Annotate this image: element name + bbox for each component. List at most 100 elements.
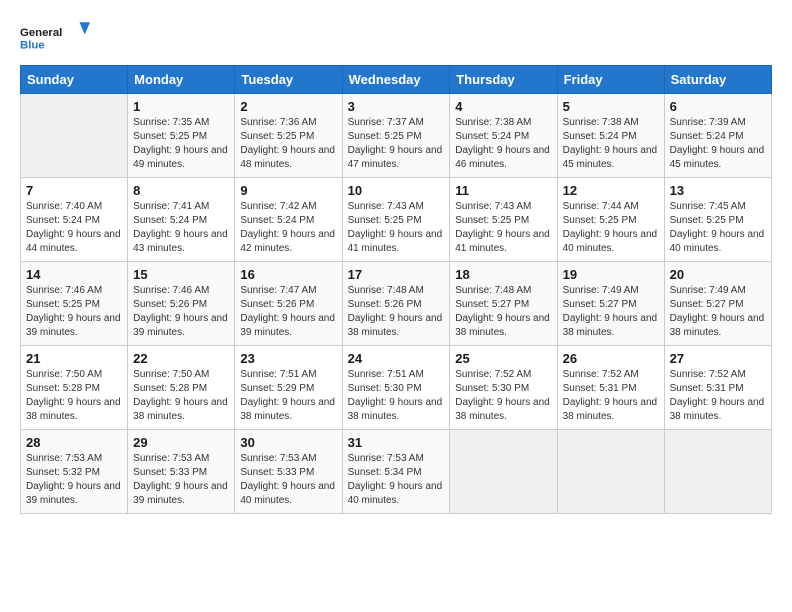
day-info: Sunrise: 7:52 AMSunset: 5:31 PMDaylight:… [563, 368, 659, 424]
calendar-table: SundayMondayTuesdayWednesdayThursdayFrid… [20, 65, 772, 514]
day-number: 27 [670, 351, 766, 366]
calendar-cell: 6 Sunrise: 7:39 AMSunset: 5:24 PMDaylight… [664, 94, 771, 178]
day-number: 15 [133, 267, 229, 282]
day-info: Sunrise: 7:39 AMSunset: 5:24 PMDaylight:… [670, 116, 766, 172]
day-info: Sunrise: 7:48 AMSunset: 5:26 PMDaylight:… [348, 284, 445, 340]
calendar-cell: 14 Sunrise: 7:46 AMSunset: 5:25 PMDayligh… [21, 262, 128, 346]
day-info: Sunrise: 7:41 AMSunset: 5:24 PMDaylight:… [133, 200, 229, 256]
day-number: 29 [133, 435, 229, 450]
day-number: 21 [26, 351, 122, 366]
svg-text:Blue: Blue [20, 39, 45, 51]
day-info: Sunrise: 7:49 AMSunset: 5:27 PMDaylight:… [563, 284, 659, 340]
calendar-cell [557, 430, 664, 514]
svg-text:General: General [20, 27, 62, 39]
weekday-header: Tuesday [235, 66, 342, 94]
day-number: 17 [348, 267, 445, 282]
weekday-header: Sunday [21, 66, 128, 94]
calendar-cell: 9 Sunrise: 7:42 AMSunset: 5:24 PMDaylight… [235, 178, 342, 262]
day-info: Sunrise: 7:38 AMSunset: 5:24 PMDaylight:… [455, 116, 551, 172]
day-info: Sunrise: 7:45 AMSunset: 5:25 PMDaylight:… [670, 200, 766, 256]
day-number: 12 [563, 183, 659, 198]
calendar-cell: 29Sunrise: 7:53 AMSunset: 5:33 PMDayligh… [128, 430, 235, 514]
day-number: 19 [563, 267, 659, 282]
calendar-cell: 21 Sunrise: 7:50 AMSunset: 5:28 PMDayligh… [21, 346, 128, 430]
calendar-cell: 28Sunrise: 7:53 AMSunset: 5:32 PMDayligh… [21, 430, 128, 514]
day-info: Sunrise: 7:48 AMSunset: 5:27 PMDaylight:… [455, 284, 551, 340]
day-number: 7 [26, 183, 122, 198]
calendar-cell: 19 Sunrise: 7:49 AMSunset: 5:27 PMDayligh… [557, 262, 664, 346]
calendar-week-row: 21 Sunrise: 7:50 AMSunset: 5:28 PMDayligh… [21, 346, 772, 430]
calendar-cell: 18 Sunrise: 7:48 AMSunset: 5:27 PMDayligh… [450, 262, 557, 346]
day-number: 23 [240, 351, 336, 366]
calendar-cell: 2 Sunrise: 7:36 AMSunset: 5:25 PMDaylight… [235, 94, 342, 178]
calendar-week-row: 14 Sunrise: 7:46 AMSunset: 5:25 PMDayligh… [21, 262, 772, 346]
header-row: SundayMondayTuesdayWednesdayThursdayFrid… [21, 66, 772, 94]
day-info: Sunrise: 7:43 AMSunset: 5:25 PMDaylight:… [348, 200, 445, 256]
calendar-cell: 5Sunrise: 7:38 AMSunset: 5:24 PMDaylight… [557, 94, 664, 178]
calendar-cell: 4 Sunrise: 7:38 AMSunset: 5:24 PMDaylight… [450, 94, 557, 178]
day-info: Sunrise: 7:44 AMSunset: 5:25 PMDaylight:… [563, 200, 659, 256]
day-number: 13 [670, 183, 766, 198]
weekday-header: Thursday [450, 66, 557, 94]
calendar-cell: 15 Sunrise: 7:46 AMSunset: 5:26 PMDayligh… [128, 262, 235, 346]
calendar-cell: 8Sunrise: 7:41 AMSunset: 5:24 PMDaylight… [128, 178, 235, 262]
day-info: Sunrise: 7:36 AMSunset: 5:25 PMDaylight:… [240, 116, 336, 172]
day-info: Sunrise: 7:50 AMSunset: 5:28 PMDaylight:… [26, 368, 122, 424]
page-header: General Blue [20, 20, 772, 55]
day-number: 31 [348, 435, 445, 450]
calendar-cell [664, 430, 771, 514]
day-number: 6 [670, 99, 766, 114]
day-number: 4 [455, 99, 551, 114]
day-number: 24 [348, 351, 445, 366]
day-info: Sunrise: 7:53 AMSunset: 5:33 PMDaylight:… [240, 452, 336, 508]
day-number: 26 [563, 351, 659, 366]
day-info: Sunrise: 7:52 AMSunset: 5:30 PMDaylight:… [455, 368, 551, 424]
calendar-cell: 7 Sunrise: 7:40 AMSunset: 5:24 PMDaylight… [21, 178, 128, 262]
calendar-cell: 23 Sunrise: 7:51 AMSunset: 5:29 PMDayligh… [235, 346, 342, 430]
calendar-cell: 26 Sunrise: 7:52 AMSunset: 5:31 PMDayligh… [557, 346, 664, 430]
calendar-cell: 16 Sunrise: 7:47 AMSunset: 5:26 PMDayligh… [235, 262, 342, 346]
day-number: 2 [240, 99, 336, 114]
day-number: 25 [455, 351, 551, 366]
calendar-cell: 10 Sunrise: 7:43 AMSunset: 5:25 PMDayligh… [342, 178, 450, 262]
calendar-cell: 13 Sunrise: 7:45 AMSunset: 5:25 PMDayligh… [664, 178, 771, 262]
day-number: 28 [26, 435, 122, 450]
day-info: Sunrise: 7:46 AMSunset: 5:25 PMDaylight:… [26, 284, 122, 340]
day-number: 10 [348, 183, 445, 198]
day-info: Sunrise: 7:49 AMSunset: 5:27 PMDaylight:… [670, 284, 766, 340]
day-info: Sunrise: 7:42 AMSunset: 5:24 PMDaylight:… [240, 200, 336, 256]
logo: General Blue [20, 20, 90, 55]
day-info: Sunrise: 7:53 AMSunset: 5:34 PMDaylight:… [348, 452, 445, 508]
weekday-header: Monday [128, 66, 235, 94]
day-number: 14 [26, 267, 122, 282]
calendar-cell: 22 Sunrise: 7:50 AMSunset: 5:28 PMDayligh… [128, 346, 235, 430]
calendar-week-row: 28Sunrise: 7:53 AMSunset: 5:32 PMDayligh… [21, 430, 772, 514]
calendar-cell: 11 Sunrise: 7:43 AMSunset: 5:25 PMDayligh… [450, 178, 557, 262]
calendar-cell: 3Sunrise: 7:37 AMSunset: 5:25 PMDaylight… [342, 94, 450, 178]
calendar-cell: 31 Sunrise: 7:53 AMSunset: 5:34 PMDayligh… [342, 430, 450, 514]
day-info: Sunrise: 7:50 AMSunset: 5:28 PMDaylight:… [133, 368, 229, 424]
day-number: 22 [133, 351, 229, 366]
day-number: 11 [455, 183, 551, 198]
day-info: Sunrise: 7:51 AMSunset: 5:30 PMDaylight:… [348, 368, 445, 424]
day-info: Sunrise: 7:40 AMSunset: 5:24 PMDaylight:… [26, 200, 122, 256]
day-info: Sunrise: 7:47 AMSunset: 5:26 PMDaylight:… [240, 284, 336, 340]
day-info: Sunrise: 7:43 AMSunset: 5:25 PMDaylight:… [455, 200, 551, 256]
calendar-cell: 1Sunrise: 7:35 AMSunset: 5:25 PMDaylight… [128, 94, 235, 178]
day-number: 16 [240, 267, 336, 282]
day-number: 18 [455, 267, 551, 282]
day-info: Sunrise: 7:52 AMSunset: 5:31 PMDaylight:… [670, 368, 766, 424]
calendar-week-row: 7 Sunrise: 7:40 AMSunset: 5:24 PMDaylight… [21, 178, 772, 262]
calendar-cell [21, 94, 128, 178]
day-number: 30 [240, 435, 336, 450]
day-info: Sunrise: 7:37 AMSunset: 5:25 PMDaylight:… [348, 116, 445, 172]
logo-icon: General Blue [20, 20, 90, 55]
calendar-cell: 25 Sunrise: 7:52 AMSunset: 5:30 PMDayligh… [450, 346, 557, 430]
day-number: 9 [240, 183, 336, 198]
day-info: Sunrise: 7:46 AMSunset: 5:26 PMDaylight:… [133, 284, 229, 340]
weekday-header: Saturday [664, 66, 771, 94]
calendar-cell: 27 Sunrise: 7:52 AMSunset: 5:31 PMDayligh… [664, 346, 771, 430]
day-number: 1 [133, 99, 229, 114]
calendar-week-row: 1Sunrise: 7:35 AMSunset: 5:25 PMDaylight… [21, 94, 772, 178]
day-info: Sunrise: 7:51 AMSunset: 5:29 PMDaylight:… [240, 368, 336, 424]
